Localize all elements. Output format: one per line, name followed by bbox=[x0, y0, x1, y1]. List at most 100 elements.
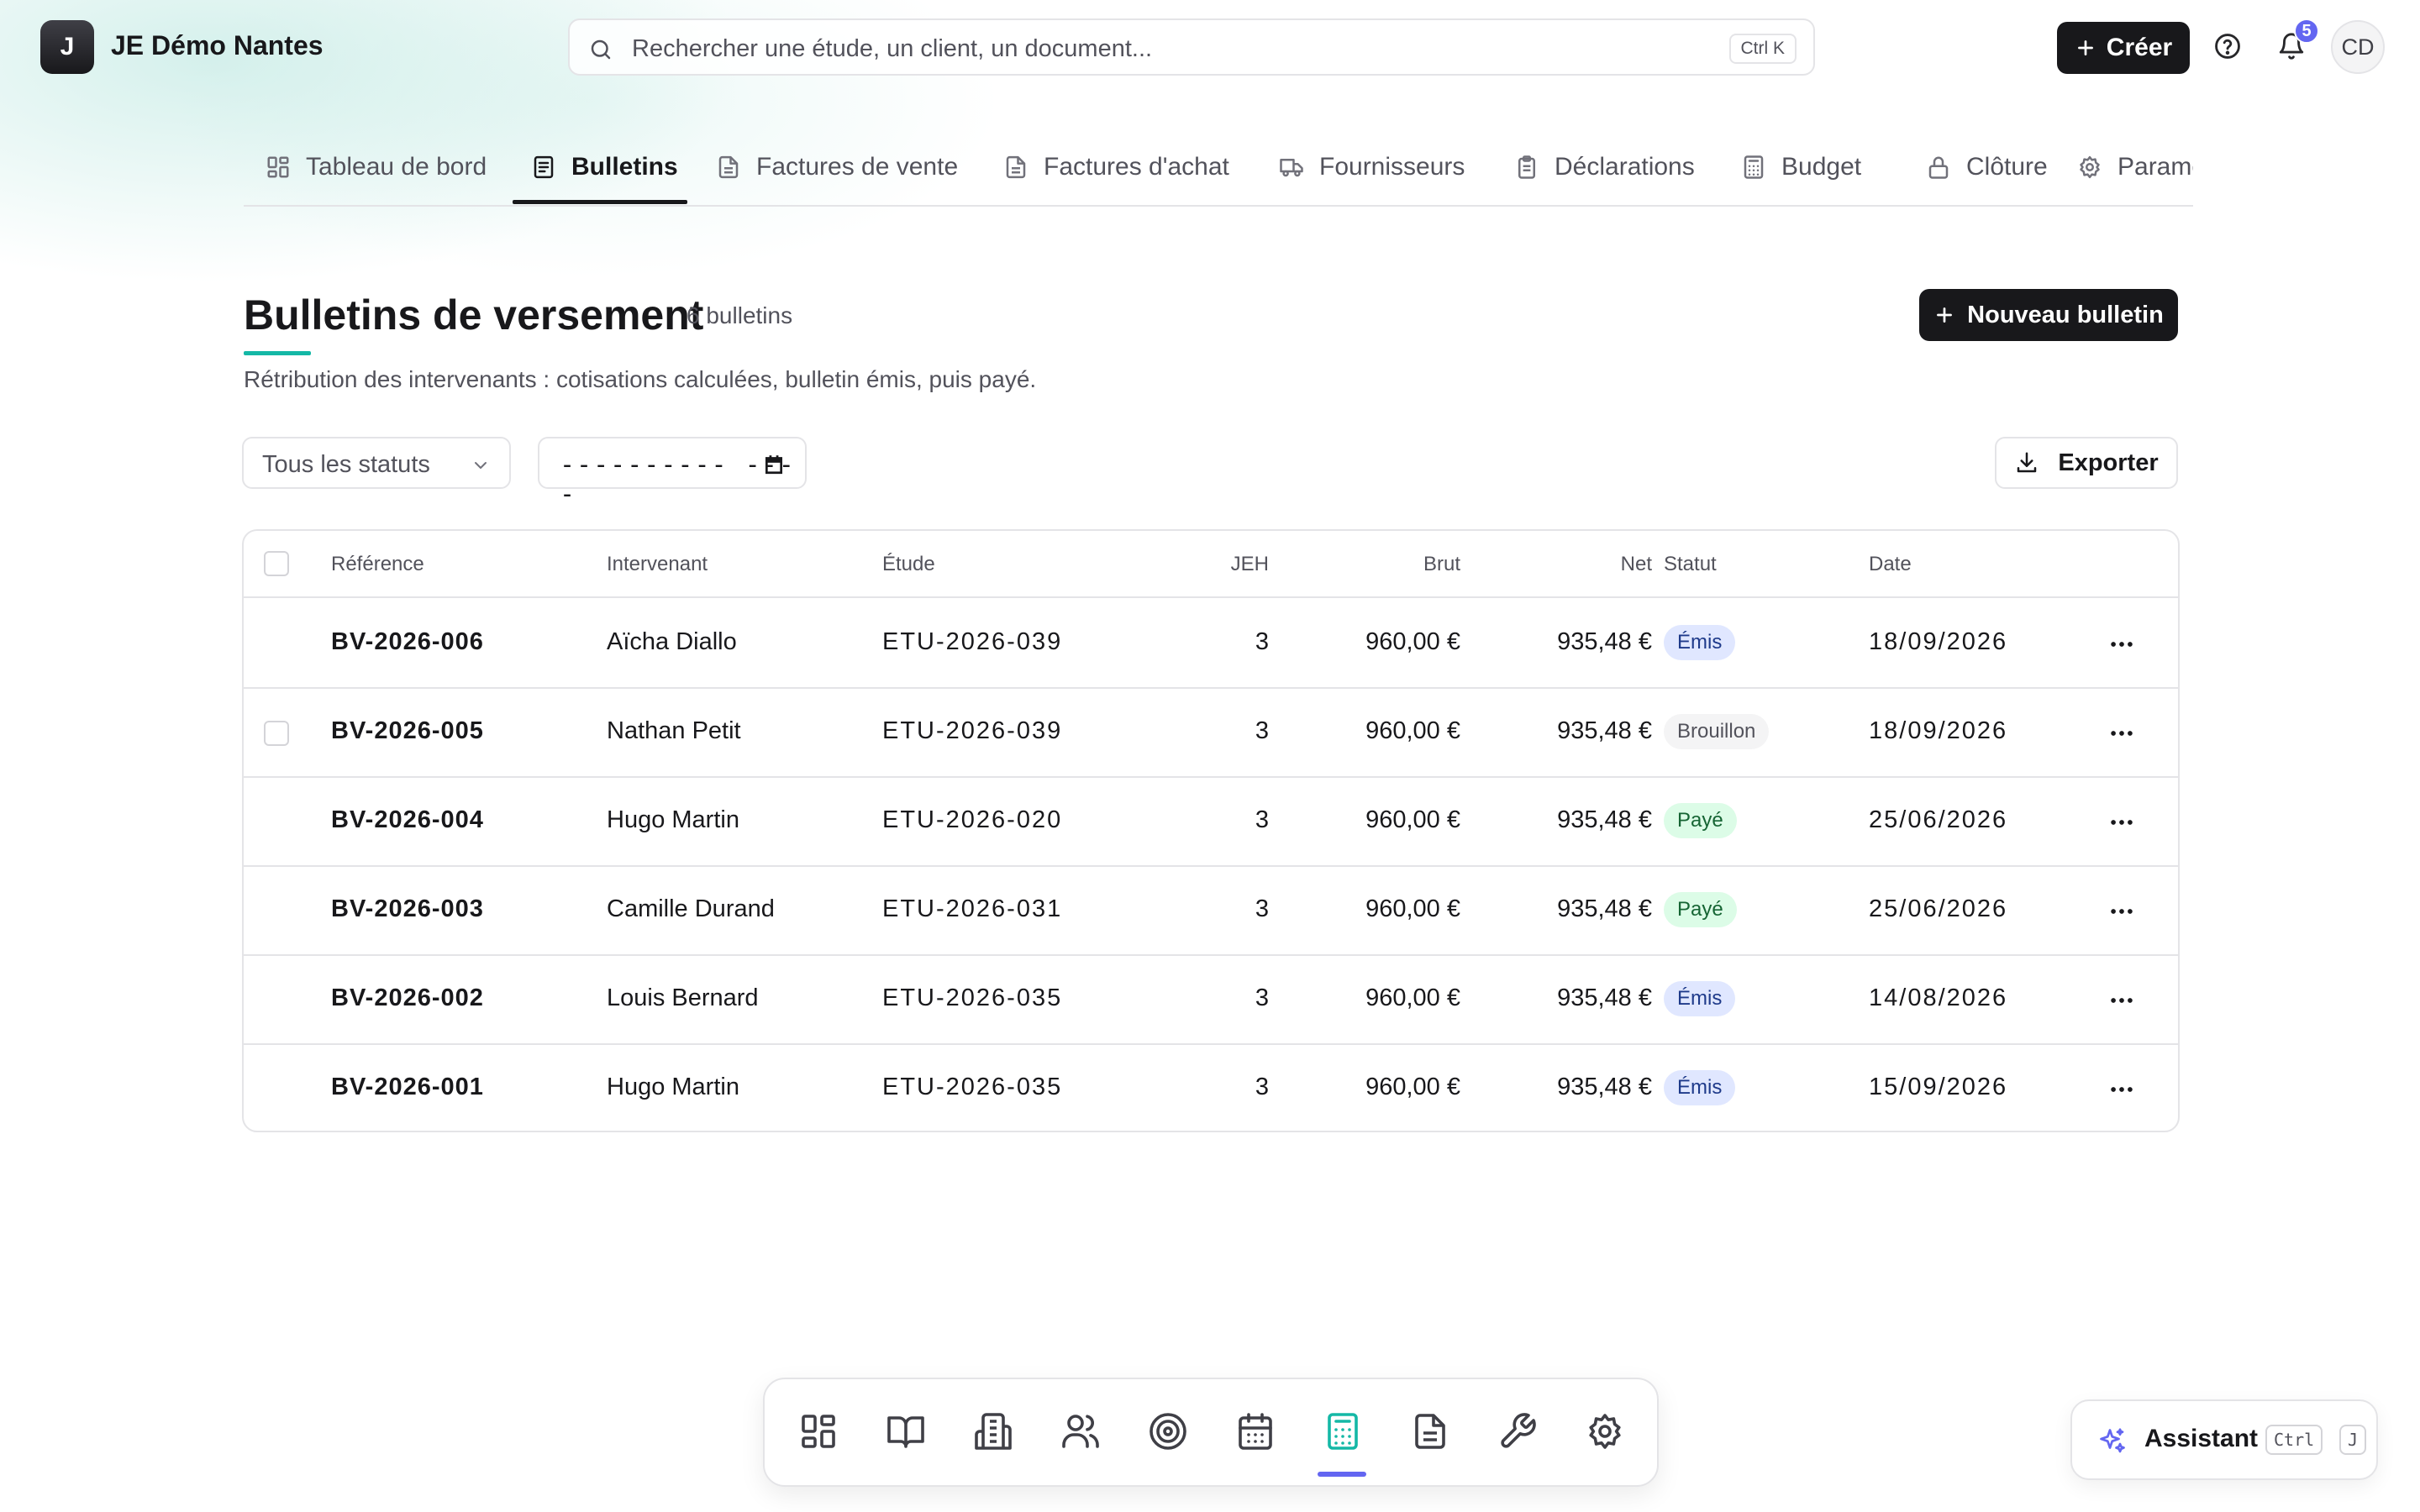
user-avatar[interactable]: CD bbox=[2331, 20, 2385, 74]
export-button[interactable]: Exporter bbox=[1995, 437, 2178, 489]
org-name[interactable]: JE Démo Nantes bbox=[111, 30, 324, 61]
bulletin-count: 6 bulletins bbox=[687, 302, 793, 328]
cell-intervenant: Louis Bernard bbox=[607, 984, 759, 1011]
cell-net: 935,48 € bbox=[1557, 717, 1652, 744]
more-actions-icon[interactable] bbox=[2107, 1075, 2136, 1104]
active-tab-indicator bbox=[513, 200, 687, 204]
file-text-icon bbox=[531, 155, 556, 180]
file-icon bbox=[716, 155, 741, 180]
cell-jeh: 3 bbox=[1255, 628, 1269, 655]
search-placeholder: Rechercher une étude, un client, un docu… bbox=[632, 35, 1153, 62]
select-all-checkbox[interactable] bbox=[264, 551, 289, 576]
status-badge: Émis bbox=[1664, 625, 1736, 660]
assistant-label: Assistant bbox=[2144, 1425, 2259, 1452]
gear-icon[interactable] bbox=[1585, 1411, 1625, 1452]
cell-net: 935,48 € bbox=[1557, 1074, 1652, 1100]
more-actions-icon[interactable] bbox=[2107, 897, 2136, 926]
status-badge: Émis bbox=[1664, 981, 1736, 1016]
download-icon bbox=[2014, 450, 2039, 475]
date-filter-input[interactable]: ---------- ---- bbox=[538, 437, 807, 509]
plus-icon bbox=[2075, 37, 2096, 59]
target-icon[interactable] bbox=[1148, 1411, 1188, 1452]
page-subtitle: Rétribution des intervenants : cotisatio… bbox=[244, 366, 1037, 392]
calendar-icon[interactable] bbox=[763, 454, 785, 475]
more-actions-icon[interactable] bbox=[2107, 719, 2136, 748]
table-row[interactable]: BV-2026-003 Camille Durand ETU-2026-031 3 96… bbox=[244, 867, 2178, 956]
tab-label: Déclarations bbox=[1555, 153, 1695, 181]
layout-grid-icon bbox=[266, 155, 291, 180]
cell-reference[interactable]: BV-2026-001 bbox=[331, 1074, 484, 1101]
table-row[interactable]: BV-2026-001 Hugo Martin ETU-2026-035 3 960,0… bbox=[244, 1045, 2178, 1131]
file-icon bbox=[1003, 155, 1028, 180]
assistant-shortcut-key: J bbox=[2339, 1425, 2367, 1455]
tab-label: Factures de vente bbox=[756, 153, 959, 181]
column-brut[interactable]: Brut bbox=[1336, 553, 1460, 576]
table-row[interactable]: BV-2026-006 Aïcha Diallo ETU-2026-039 3 960,… bbox=[244, 600, 2178, 689]
row-checkbox[interactable] bbox=[264, 721, 289, 746]
cell-brut: 960,00 € bbox=[1365, 628, 1460, 655]
column-jeh[interactable]: JEH bbox=[1202, 553, 1269, 576]
org-avatar[interactable]: J bbox=[40, 20, 94, 74]
tab-label: Tableau de bord bbox=[306, 153, 487, 181]
cell-reference[interactable]: BV-2026-005 bbox=[331, 717, 484, 745]
tab-label: Budget bbox=[1781, 153, 1862, 181]
cell-reference[interactable]: BV-2026-004 bbox=[331, 806, 484, 834]
table-row[interactable]: BV-2026-005 Nathan Petit ETU-2026-039 3 960,… bbox=[244, 689, 2178, 778]
status-badge: Payé bbox=[1664, 892, 1737, 927]
layout-grid-icon[interactable] bbox=[798, 1411, 839, 1452]
column-etude[interactable]: Étude bbox=[882, 553, 935, 576]
cell-brut: 960,00 € bbox=[1365, 895, 1460, 922]
column-intervenant[interactable]: Intervenant bbox=[607, 553, 708, 576]
tab-parametres[interactable]: Paramètres bbox=[2077, 143, 2193, 205]
cell-net: 935,48 € bbox=[1557, 895, 1652, 922]
tab-cloture[interactable]: Clôture bbox=[1926, 143, 2048, 205]
cell-brut: 960,00 € bbox=[1365, 1074, 1460, 1100]
cell-reference[interactable]: BV-2026-003 bbox=[331, 895, 484, 923]
more-actions-icon[interactable] bbox=[2107, 986, 2136, 1015]
book-open-icon[interactable] bbox=[886, 1411, 926, 1452]
new-bulletin-label: Nouveau bulletin bbox=[1967, 301, 2164, 328]
column-date[interactable]: Date bbox=[1869, 553, 1912, 576]
wrench-icon[interactable] bbox=[1497, 1411, 1538, 1452]
column-reference[interactable]: Référence bbox=[331, 553, 424, 576]
tab-label: Factures d'achat bbox=[1044, 153, 1229, 181]
cell-reference[interactable]: BV-2026-006 bbox=[331, 628, 484, 656]
assistant-button[interactable]: Assistant Ctrl J bbox=[2070, 1399, 2378, 1480]
cell-reference[interactable]: BV-2026-002 bbox=[331, 984, 484, 1012]
column-statut[interactable]: Statut bbox=[1664, 553, 1717, 576]
cell-date: 18/09/2026 bbox=[1869, 628, 2008, 655]
tab-label: Fournisseurs bbox=[1319, 153, 1465, 181]
bottom-dock bbox=[763, 1378, 1659, 1487]
table-row[interactable]: BV-2026-004 Hugo Martin ETU-2026-020 3 960,0… bbox=[244, 778, 2178, 867]
tab-factures-de-vente[interactable]: Factures de vente bbox=[716, 143, 959, 205]
status-filter-select[interactable]: Tous les statuts bbox=[242, 437, 511, 489]
title-accent-bar bbox=[244, 351, 311, 355]
search-input[interactable]: Rechercher une étude, un client, un docu… bbox=[568, 18, 1815, 76]
more-actions-icon[interactable] bbox=[2107, 808, 2136, 837]
cell-etude: ETU-2026-031 bbox=[882, 895, 1063, 922]
tab-declarations[interactable]: Déclarations bbox=[1514, 143, 1695, 205]
search-shortcut: Ctrl K bbox=[1728, 34, 1797, 64]
calculator-icon[interactable] bbox=[1323, 1411, 1363, 1452]
cell-etude: ETU-2026-039 bbox=[882, 628, 1063, 655]
column-net[interactable]: Net bbox=[1528, 553, 1652, 576]
cell-etude: ETU-2026-035 bbox=[882, 1074, 1063, 1100]
new-bulletin-button[interactable]: Nouveau bulletin bbox=[1919, 289, 2178, 341]
building-icon[interactable] bbox=[973, 1411, 1013, 1452]
tab-factures-d-achat[interactable]: Factures d'achat bbox=[1003, 143, 1229, 205]
users-icon[interactable] bbox=[1060, 1411, 1101, 1452]
table-row[interactable]: BV-2026-002 Louis Bernard ETU-2026-035 3 960… bbox=[244, 956, 2178, 1045]
help-icon[interactable] bbox=[2213, 32, 2242, 60]
bulletins-table: Référence Intervenant Étude JEH Brut Net… bbox=[242, 529, 2180, 1132]
tab-budget[interactable]: Budget bbox=[1741, 143, 1862, 205]
tab-fournisseurs[interactable]: Fournisseurs bbox=[1279, 143, 1465, 205]
cell-jeh: 3 bbox=[1255, 984, 1269, 1011]
tab-tableau-de-bord[interactable]: Tableau de bord bbox=[266, 143, 487, 205]
more-actions-icon[interactable] bbox=[2107, 630, 2136, 659]
calendar-icon[interactable] bbox=[1235, 1411, 1276, 1452]
cell-date: 14/08/2026 bbox=[1869, 984, 2008, 1011]
tab-bulletins[interactable]: Bulletins bbox=[531, 143, 678, 205]
file-text-icon[interactable] bbox=[1410, 1411, 1450, 1452]
create-button[interactable]: Créer bbox=[2057, 22, 2190, 74]
cell-intervenant: Aïcha Diallo bbox=[607, 628, 737, 655]
